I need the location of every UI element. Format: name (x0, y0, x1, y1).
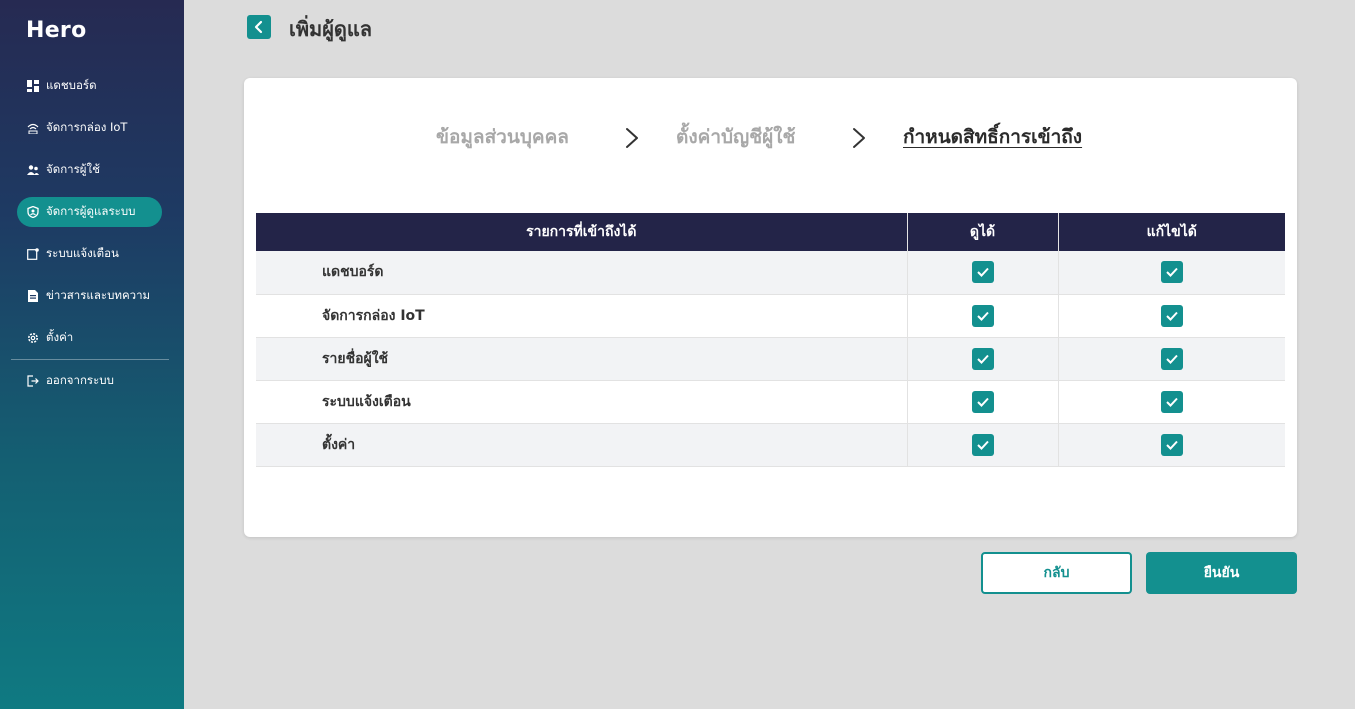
view-checkbox[interactable] (971, 261, 994, 284)
logout-icon (27, 375, 39, 387)
column-header-view: ดูได้ (907, 213, 1059, 251)
chevron-left-icon (253, 20, 265, 34)
table-row: ตั้งค่า (256, 423, 1285, 467)
row-name: ตั้งค่า (256, 423, 908, 467)
sidebar-item-label: ออกจากระบบ (46, 373, 114, 387)
edit-checkbox[interactable] (1160, 261, 1183, 284)
news-icon (27, 290, 39, 302)
checkmark-icon (1166, 311, 1178, 321)
table-row: จัดการกล่อง IoT (256, 294, 1285, 338)
row-name: จัดการกล่อง IoT (256, 294, 908, 338)
step-personal-info[interactable]: ข้อมูลส่วนบุคคล (436, 122, 569, 152)
checkmark-icon (976, 354, 989, 364)
chevron-right-icon (624, 126, 640, 150)
sidebar-item-admins[interactable]: จัดการผู้ดูแลระบบ (17, 197, 162, 227)
sidebar-item-iot[interactable]: จัดการกล่อง IoT (17, 113, 162, 143)
view-checkbox[interactable] (971, 433, 994, 456)
sidebar-item-label: ตั้งค่า (46, 330, 74, 344)
dashboard-icon (27, 80, 39, 92)
permissions-card: ข้อมูลส่วนบุคคล ตั้งค่าบัญชีผู้ใช้ กำหนด… (244, 78, 1297, 537)
back-arrow-button[interactable] (247, 15, 271, 39)
checkmark-icon (976, 311, 989, 321)
edit-checkbox[interactable] (1160, 390, 1183, 413)
notification-icon (27, 248, 39, 260)
edit-checkbox[interactable] (1160, 433, 1183, 456)
table-row: ระบบแจ้งเตือน (256, 380, 1285, 424)
sidebar-item-label: จัดการกล่อง IoT (46, 120, 128, 134)
stepper: ข้อมูลส่วนบุคคล ตั้งค่าบัญชีผู้ใช้ กำหนด… (244, 122, 1297, 154)
back-button[interactable]: กลับ (981, 552, 1132, 594)
checkmark-icon (976, 440, 989, 450)
row-name: ระบบแจ้งเตือน (256, 380, 908, 424)
sidebar-item-label: จัดการผู้ใช้ (46, 162, 100, 176)
chevron-right-icon (851, 126, 867, 150)
brand-logo: Hero (26, 18, 87, 43)
iot-signal-icon (27, 122, 39, 134)
gear-icon (27, 332, 39, 344)
row-name: แดชบอร์ด (256, 251, 908, 295)
sidebar-divider (11, 359, 169, 360)
column-header-item: รายการที่เข้าถึงได้ (256, 213, 908, 251)
table-header-row: รายการที่เข้าถึงได้ ดูได้ แก้ไขได้ (256, 213, 1285, 251)
checkmark-icon (1166, 268, 1178, 278)
view-checkbox[interactable] (971, 390, 994, 413)
sidebar-item-news[interactable]: ข่าวสารและบทความ (17, 281, 162, 311)
confirm-button[interactable]: ยืนยัน (1146, 552, 1297, 594)
sidebar-item-label: ข่าวสารและบทความ (46, 288, 151, 302)
checkmark-icon (1166, 440, 1178, 450)
sidebar-item-label: แดชบอร์ด (46, 78, 97, 92)
sidebar: Hero แดชบอร์ด จัดการกล่อง IoT จัดการผู้ใ… (0, 0, 184, 709)
view-checkbox[interactable] (971, 304, 994, 327)
checkmark-icon (976, 268, 989, 278)
sidebar-item-label: จัดการผู้ดูแลระบบ (46, 204, 136, 218)
edit-checkbox[interactable] (1160, 347, 1183, 370)
table-row: แดชบอร์ด (256, 251, 1285, 295)
sidebar-item-notifications[interactable]: ระบบแจ้งเตือน (17, 239, 162, 269)
sidebar-item-users[interactable]: จัดการผู้ใช้ (17, 155, 162, 185)
view-checkbox[interactable] (971, 347, 994, 370)
step-access-rights[interactable]: กำหนดสิทธิ์การเข้าถึง (903, 122, 1082, 152)
column-header-edit: แก้ไขได้ (1058, 213, 1285, 251)
admin-shield-icon (27, 206, 39, 218)
sidebar-item-logout[interactable]: ออกจากระบบ (17, 366, 162, 396)
sidebar-item-dashboard[interactable]: แดชบอร์ด (17, 71, 162, 101)
sidebar-item-label: ระบบแจ้งเตือน (46, 246, 119, 260)
checkmark-icon (976, 397, 989, 407)
edit-checkbox[interactable] (1160, 304, 1183, 327)
table-row: รายชื่อผู้ใช้ (256, 337, 1285, 381)
sidebar-item-settings[interactable]: ตั้งค่า (17, 323, 162, 353)
users-icon (27, 164, 39, 176)
page-title: เพิ่มผู้ดูแล (289, 17, 373, 41)
permissions-table: รายการที่เข้าถึงได้ ดูได้ แก้ไขได้ แดชบอ… (256, 213, 1285, 467)
checkmark-icon (1166, 354, 1178, 364)
step-account-settings[interactable]: ตั้งค่าบัญชีผู้ใช้ (676, 122, 795, 152)
row-name: รายชื่อผู้ใช้ (256, 337, 908, 381)
checkmark-icon (1166, 397, 1178, 407)
